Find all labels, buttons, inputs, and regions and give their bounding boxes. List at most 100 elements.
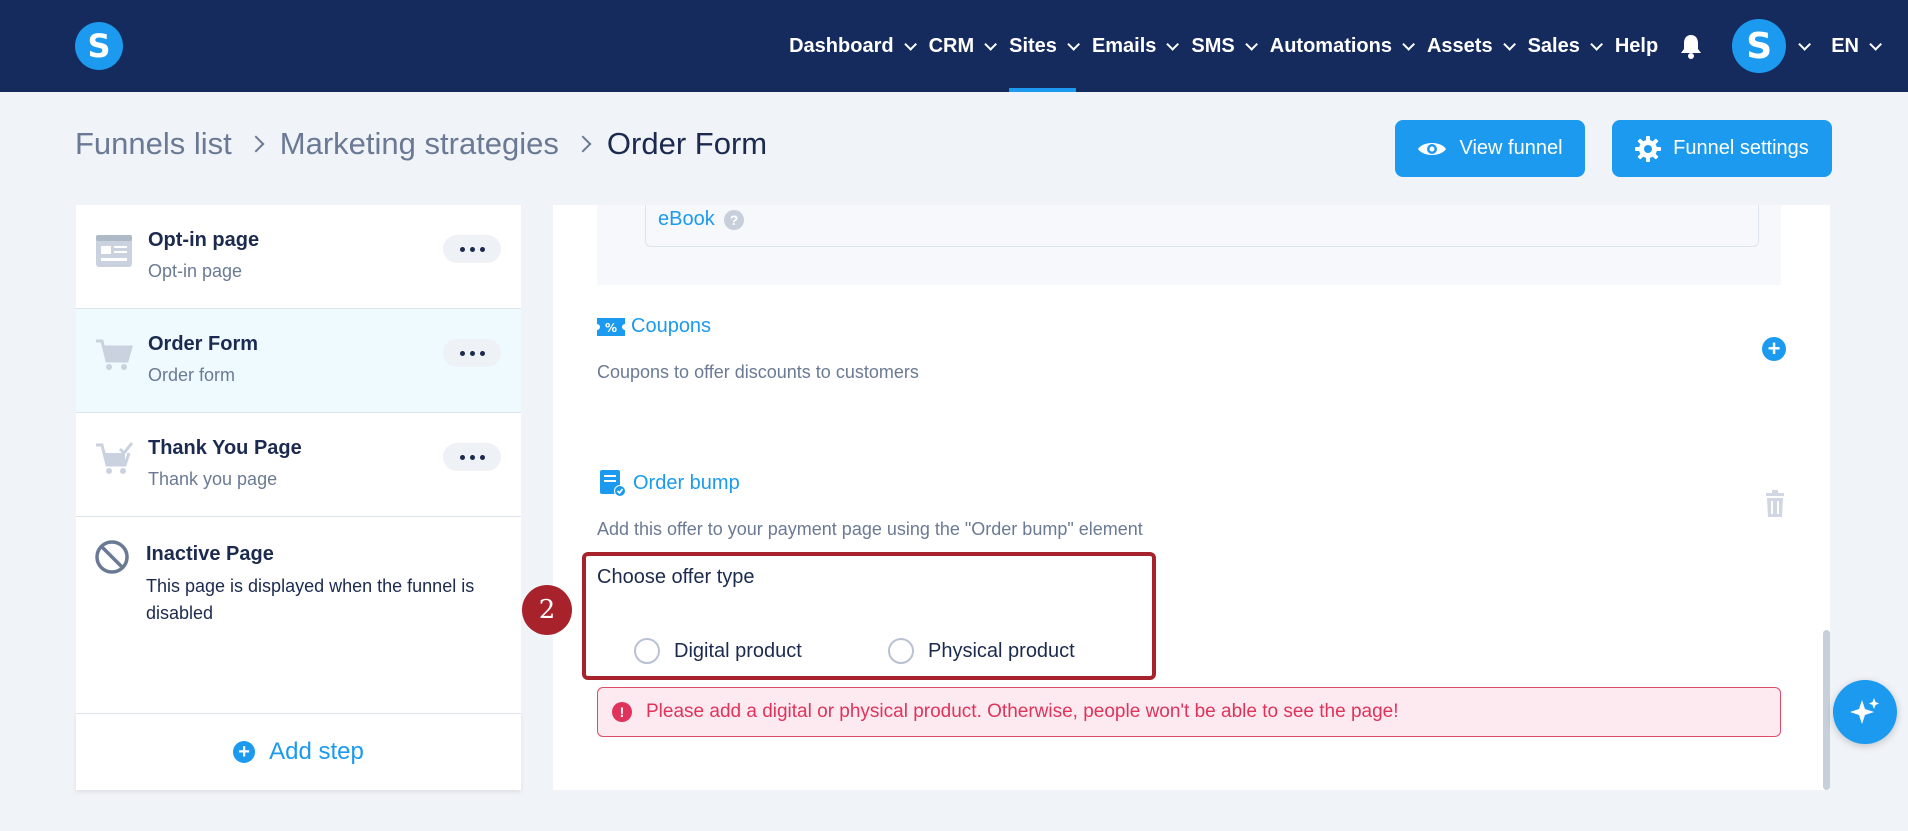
bell-icon[interactable]: [1680, 33, 1702, 59]
breadcrumb: Funnels list Marketing strategies Order …: [75, 126, 767, 162]
alert-icon: !: [612, 702, 632, 722]
alert-message: Please add a digital or physical product…: [646, 701, 1399, 722]
cart-icon: [96, 339, 133, 370]
nav-item-label: Dashboard: [789, 34, 894, 57]
offer-type-group: Choose offer type Digital product Physic…: [582, 552, 1156, 680]
offer-type-label: Choose offer type: [597, 566, 755, 588]
step-content-panel: eBook ? % Coupons Coupons to offer disco…: [553, 205, 1830, 790]
ai-assistant-button[interactable]: [1833, 680, 1897, 744]
chevron-down-icon: [1869, 37, 1882, 51]
chevron-down-icon: [1590, 37, 1603, 51]
nav-menu: Dashboard CRM Sites Emails SMS Automatio…: [789, 0, 1908, 92]
step-title: Inactive Page: [146, 543, 274, 565]
app-logo[interactable]: S: [75, 22, 123, 70]
nav-item-emails[interactable]: Emails: [1091, 0, 1180, 92]
nav-item-dashboard[interactable]: Dashboard: [789, 0, 917, 92]
step-optin-page[interactable]: Opt-in page Opt-in page: [76, 205, 521, 309]
more-options-button[interactable]: [443, 339, 501, 367]
view-funnel-button[interactable]: View funnel: [1395, 120, 1585, 177]
order-bump-description: Add this offer to your payment page usin…: [597, 519, 1143, 539]
avatar: S: [1732, 19, 1787, 73]
chevron-right-icon: [574, 135, 592, 153]
step-title: Order Form: [148, 333, 259, 355]
step-inactive-page[interactable]: Inactive Page This page is displayed whe…: [76, 517, 521, 713]
chevron-down-icon: [984, 37, 998, 51]
nav-item-label: CRM: [928, 34, 975, 57]
coupons-description: Coupons to offer discounts to customers: [597, 362, 919, 382]
nav-item-label: Emails: [1091, 34, 1157, 57]
sparkle-icon: [1850, 698, 1879, 724]
step-order-form[interactable]: Order Form Order form: [76, 309, 521, 413]
add-coupon-button[interactable]: +: [1762, 337, 1786, 361]
gear-icon: [1635, 135, 1662, 162]
chevron-right-icon: [247, 135, 265, 153]
chevron-down-icon: [1402, 37, 1415, 51]
trash-icon[interactable]: [1764, 490, 1786, 518]
step-title: Opt-in page: [148, 229, 260, 251]
nav-item-sales[interactable]: Sales: [1527, 0, 1603, 92]
product-item[interactable]: eBook ?: [645, 205, 1759, 247]
add-step-label: Add step: [269, 738, 364, 765]
ebook-link[interactable]: eBook: [658, 208, 715, 231]
product-section: eBook ?: [597, 205, 1781, 285]
user-menu[interactable]: S: [1732, 19, 1812, 73]
nav-item-automations[interactable]: Automations: [1269, 0, 1415, 92]
nav-item-crm[interactable]: CRM: [928, 0, 998, 92]
nav-item-label: SMS: [1191, 34, 1235, 57]
coupons-title[interactable]: % Coupons: [597, 315, 711, 338]
order-bump-title[interactable]: Order bump: [597, 468, 740, 498]
step-number-badge: 2: [522, 585, 572, 635]
funnel-settings-button[interactable]: Funnel settings: [1612, 120, 1832, 177]
step-subtitle: This page is displayed when the funnel i…: [146, 576, 475, 623]
order-bump-label: Order bump: [633, 471, 740, 494]
plus-icon: +: [233, 741, 256, 763]
scrollbar[interactable]: [1823, 630, 1830, 790]
funnel-settings-label: Funnel settings: [1673, 137, 1809, 159]
language-selector[interactable]: EN: [1831, 0, 1882, 92]
language-label: EN: [1831, 34, 1859, 57]
radio-circle[interactable]: [888, 638, 914, 664]
order-bump-icon: [600, 470, 626, 497]
radio-label: Physical product: [928, 639, 1075, 662]
nav-item-label: Help: [1614, 34, 1659, 57]
svg-text:%: %: [605, 321, 617, 335]
chevron-down-icon: [1245, 37, 1258, 51]
nav-item-help[interactable]: Help: [1615, 0, 1658, 92]
more-options-button[interactable]: [443, 235, 501, 263]
eye-icon: [1418, 142, 1447, 155]
nav-item-label: Sites: [1009, 34, 1057, 57]
optin-page-icon: [96, 235, 132, 267]
chevron-down-icon: [903, 37, 917, 51]
chevron-down-icon: [1798, 37, 1812, 51]
help-icon[interactable]: ?: [724, 210, 744, 230]
funnel-steps-panel: Opt-in page Opt-in page Order Form Order…: [76, 205, 521, 790]
step-title: Thank You Page: [148, 437, 302, 459]
top-navigation: S Dashboard CRM Sites Emails SMS Automat…: [0, 0, 1908, 92]
step-subtitle: Order form: [148, 365, 236, 385]
nav-item-label: Assets: [1426, 34, 1493, 57]
nav-item-assets[interactable]: Assets: [1426, 0, 1516, 92]
error-alert: ! Please add a digital or physical produ…: [597, 687, 1781, 737]
add-step-button[interactable]: + Add step: [76, 713, 521, 790]
step-subtitle: Opt-in page: [148, 261, 243, 281]
nav-item-label: Automations: [1269, 34, 1392, 57]
digital-product-radio[interactable]: Digital product: [634, 638, 802, 664]
nav-item-sites[interactable]: Sites: [1009, 0, 1080, 92]
cart-check-icon: [96, 442, 134, 474]
page-title: Order Form: [606, 126, 768, 161]
nav-item-label: Sales: [1527, 34, 1580, 57]
physical-product-radio[interactable]: Physical product: [888, 638, 1075, 664]
radio-circle[interactable]: [634, 638, 660, 664]
chevron-down-icon: [1166, 37, 1180, 51]
nav-item-sms[interactable]: SMS: [1191, 0, 1258, 92]
chevron-down-icon: [1067, 37, 1080, 51]
radio-label: Digital product: [674, 639, 802, 662]
coupon-icon: %: [597, 317, 625, 336]
step-subtitle: Thank you page: [148, 469, 278, 489]
breadcrumb-funnels-list[interactable]: Funnels list: [75, 126, 232, 162]
more-options-button[interactable]: [443, 443, 501, 471]
coupons-label: Coupons: [631, 315, 712, 337]
chevron-down-icon: [1502, 37, 1516, 51]
step-thank-you-page[interactable]: Thank You Page Thank you page: [76, 413, 521, 517]
breadcrumb-marketing-strategies[interactable]: Marketing strategies: [280, 126, 559, 162]
